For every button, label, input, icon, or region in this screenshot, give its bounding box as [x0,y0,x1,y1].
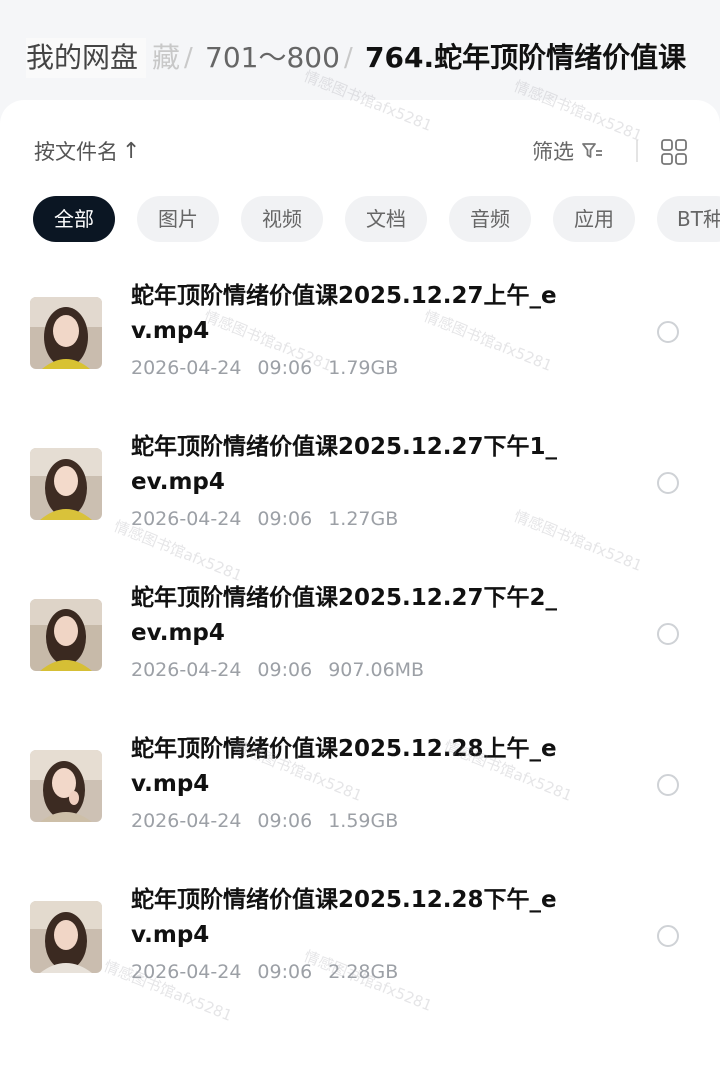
file-time: 09:06 [257,508,313,530]
video-thumbnail [30,448,102,520]
select-radio[interactable] [657,925,679,947]
chip-bt[interactable]: BT种 [657,196,720,242]
file-date: 2026-04-24 [131,357,242,379]
filter-icon [582,143,602,158]
toolbar-divider [636,140,638,162]
grid-view-icon[interactable] [660,138,688,166]
select-radio[interactable] [657,774,679,796]
file-row[interactable]: 蛇年顶阶情绪价值课2025.12.28下午_ev.mp4 2026-04-24 … [0,879,720,1029]
file-row[interactable]: 蛇年顶阶情绪价值课2025.12.28上午_ev.mp4 2026-04-24 … [0,728,720,878]
file-name: 蛇年顶阶情绪价值课2025.12.27上午_ev.mp4 [131,283,557,344]
chip-apps[interactable]: 应用 [553,196,635,242]
chip-documents[interactable]: 文档 [345,196,427,242]
filter-button[interactable]: 筛选 [532,136,604,166]
file-row[interactable]: 蛇年顶阶情绪价值课2025.12.27上午_ev.mp4 2026-04-24 … [0,275,720,425]
video-thumbnail [30,901,102,973]
sort-button[interactable]: 按文件名 ↑ [34,136,140,166]
file-time: 09:06 [257,810,313,832]
breadcrumb-root[interactable]: 我的网盘 [26,38,147,78]
file-name: 蛇年顶阶情绪价值课2025.12.27下午2_ev.mp4 [131,585,558,646]
file-list-card: 按文件名 ↑ 筛选 全部 图片 视频 文档 音频 应用 BT种 蛇年顶阶情绪价值… [0,100,720,1085]
file-meta: 2026-04-24 09:06 2.28GB [131,961,398,983]
toolbar: 按文件名 ↑ 筛选 [0,130,720,176]
sort-label: 按文件名 [34,140,118,164]
breadcrumb-partial[interactable]: 藏 [152,38,180,78]
video-thumbnail [30,297,102,369]
chip-videos[interactable]: 视频 [241,196,323,242]
file-size: 1.79GB [328,357,399,379]
chip-audio[interactable]: 音频 [449,196,531,242]
breadcrumb-current: 764.蛇年顶阶情绪价值课 [365,41,687,74]
file-time: 09:06 [257,357,313,379]
file-name: 蛇年顶阶情绪价值课2025.12.28下午_ev.mp4 [131,887,557,948]
file-size: 1.27GB [328,508,399,530]
video-thumbnail [30,599,102,671]
select-radio[interactable] [657,623,679,645]
category-filter-bar: 全部 图片 视频 文档 音频 应用 BT种 [0,196,720,244]
sort-arrow-icon: ↑ [122,138,141,164]
file-meta: 2026-04-24 09:06 1.27GB [131,508,398,530]
chip-all[interactable]: 全部 [33,196,115,242]
file-name: 蛇年顶阶情绪价值课2025.12.28上午_ev.mp4 [131,736,557,797]
file-time: 09:06 [257,659,313,681]
file-size: 2.28GB [328,961,399,983]
file-date: 2026-04-24 [131,961,242,983]
breadcrumb: 我的网盘 藏 / 701～800 / 764.蛇年顶阶情绪价值课 [0,0,720,110]
file-row[interactable]: 蛇年顶阶情绪价值课2025.12.27下午1_ev.mp4 2026-04-24… [0,426,720,576]
file-date: 2026-04-24 [131,659,242,681]
breadcrumb-folder[interactable]: 701～800 [205,38,340,78]
file-size: 1.59GB [328,810,399,832]
file-meta: 2026-04-24 09:06 907.06MB [131,659,424,681]
chip-images[interactable]: 图片 [137,196,219,242]
filter-label: 筛选 [532,140,574,164]
file-date: 2026-04-24 [131,508,242,530]
file-date: 2026-04-24 [131,810,242,832]
file-meta: 2026-04-24 09:06 1.59GB [131,810,398,832]
breadcrumb-separator: / [184,43,193,73]
file-name: 蛇年顶阶情绪价值课2025.12.27下午1_ev.mp4 [131,434,558,495]
select-radio[interactable] [657,321,679,343]
video-thumbnail [30,750,102,822]
file-browser-screen: 我的网盘 藏 / 701～800 / 764.蛇年顶阶情绪价值课 按文件名 ↑ … [0,0,720,1085]
breadcrumb-separator: / [344,43,353,73]
file-size: 907.06MB [328,659,425,681]
file-time: 09:06 [257,961,313,983]
select-radio[interactable] [657,472,679,494]
file-meta: 2026-04-24 09:06 1.79GB [131,357,398,379]
file-row[interactable]: 蛇年顶阶情绪价值课2025.12.27下午2_ev.mp4 2026-04-24… [0,577,720,727]
